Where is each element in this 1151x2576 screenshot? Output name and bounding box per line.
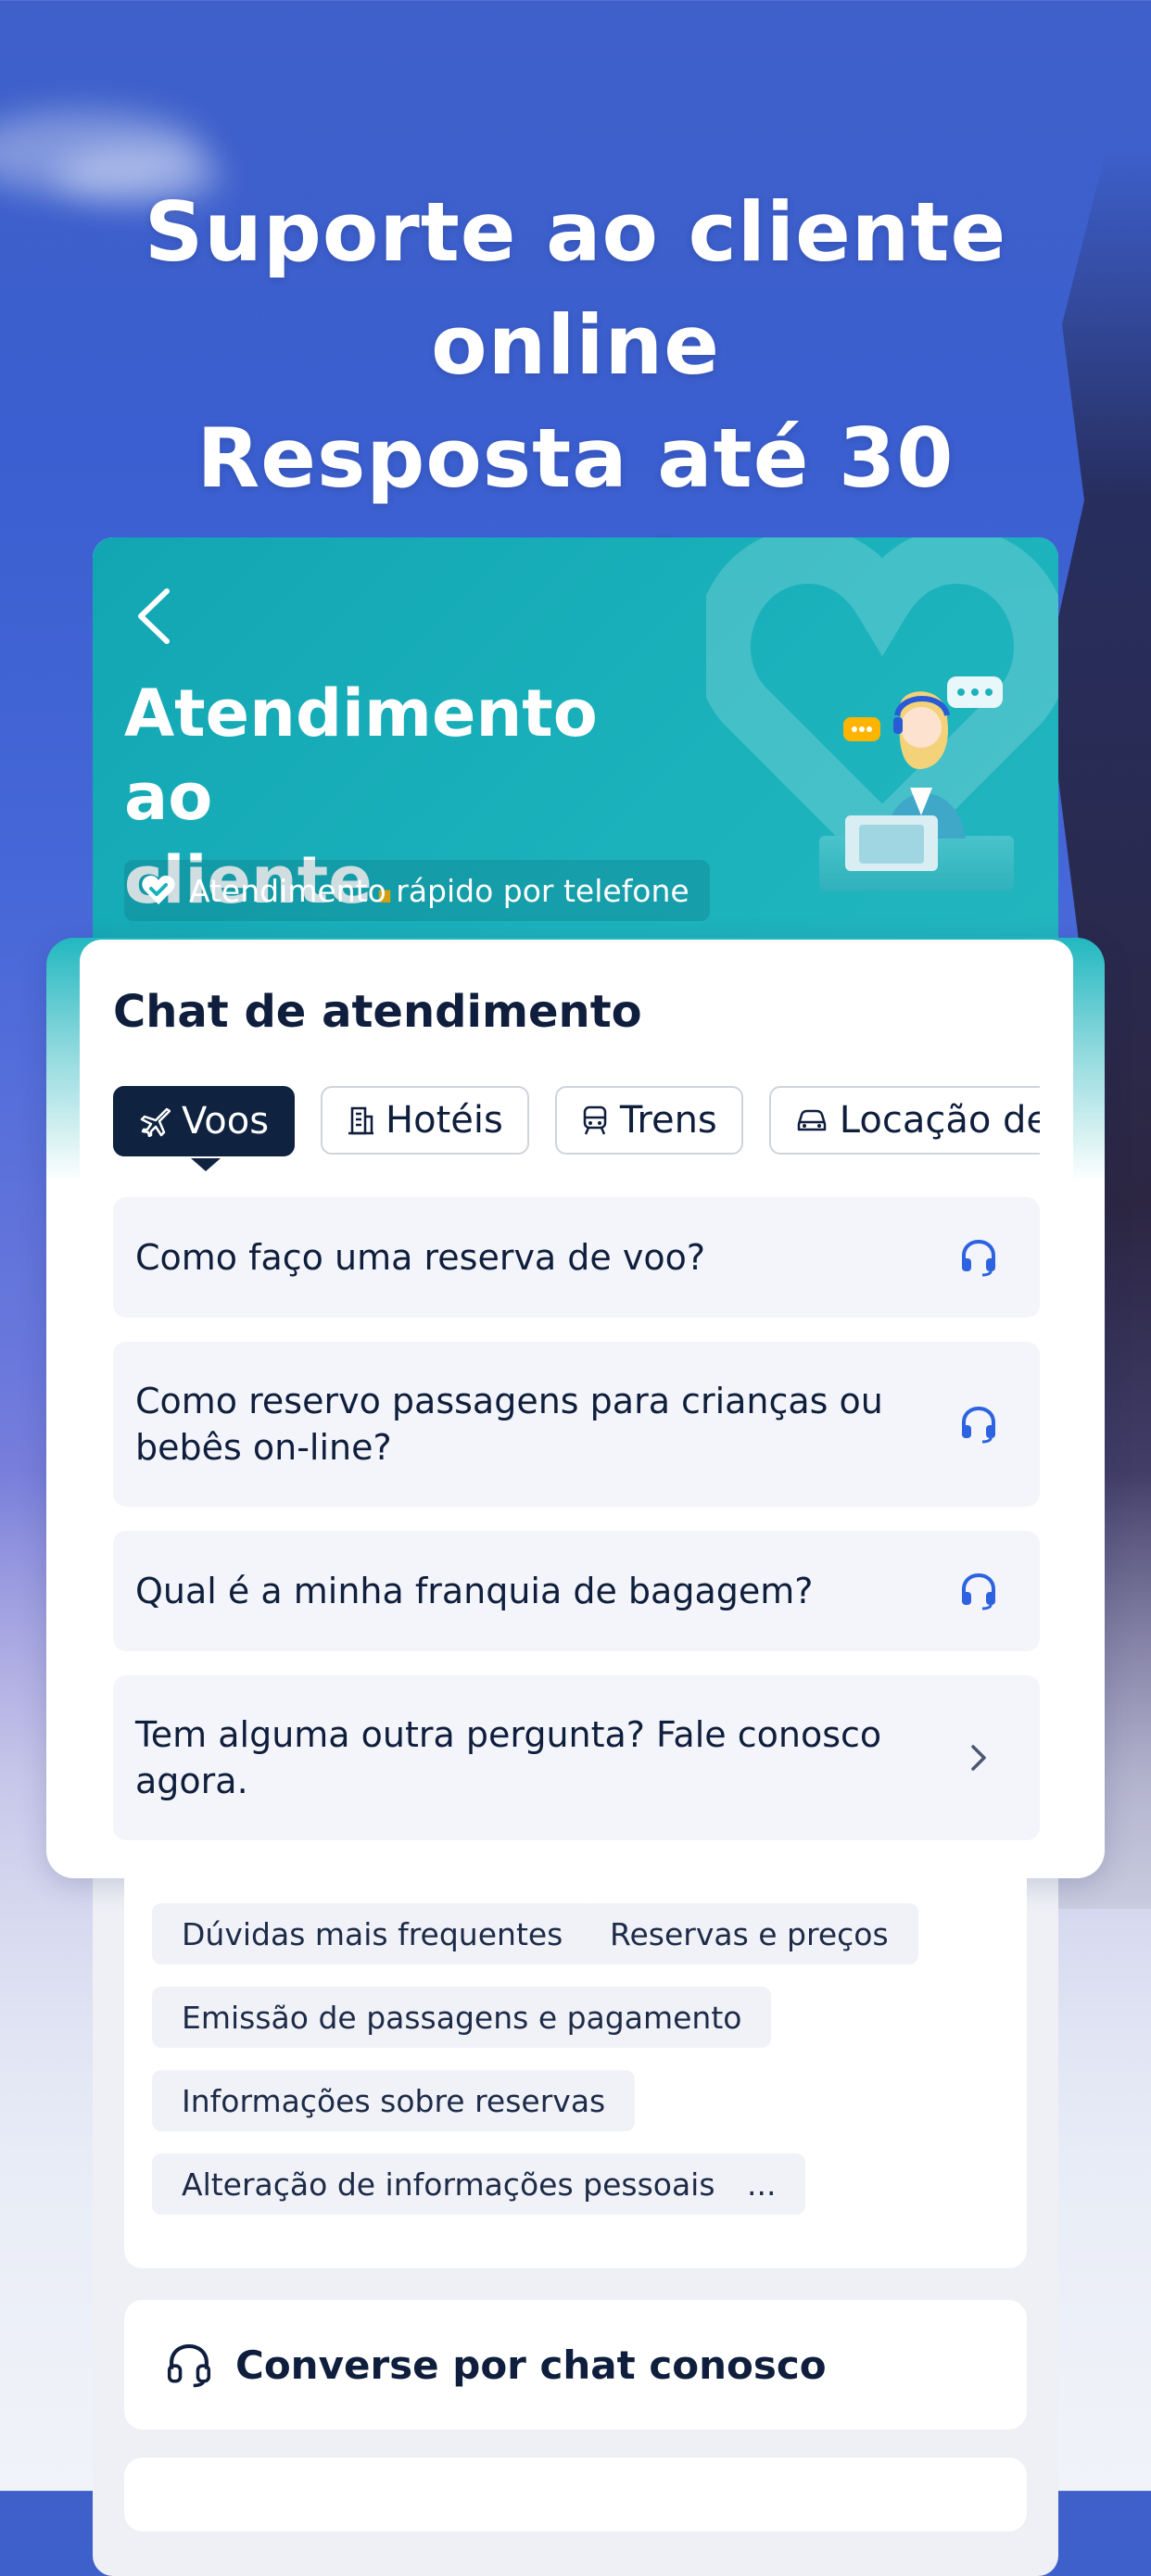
car-icon [797,1109,827,1131]
tab-label: Hotéis [386,1099,503,1142]
chat-with-us-button[interactable]: Converse por chat conosco [124,2300,1027,2430]
headset-icon [167,2343,211,2388]
topic-chip-bookings-prices[interactable]: Reservas e preços [580,1903,918,1964]
support-agent-illustration [843,676,1003,871]
tab-label: Locação de ve [839,1099,1040,1142]
customer-service-header: Atendimento ao cliente. Atendimento rápi… [93,537,1058,982]
heart-check-icon [142,876,175,904]
back-button[interactable] [130,584,185,649]
faq-item-flight-booking[interactable]: Como faço uma reserva de voo? [113,1197,1040,1318]
tab-trains[interactable]: Trens [554,1086,743,1155]
plane-icon [140,1107,171,1137]
help-topics-panel: Dúvidas mais frequentes Reservas e preço… [124,1872,1027,2268]
headset-icon [962,1239,995,1277]
tab-label: Voos [182,1100,270,1143]
faq-question: Tem alguma outra pergunta? Fale conosco … [135,1714,882,1801]
faq-question: Como faço uma reserva de voo? [135,1237,706,1278]
next-section-card [124,2457,1027,2532]
faq-item-baggage-allowance[interactable]: Qual é a minha franquia de bagagem? [113,1531,1040,1651]
faq-item-contact-us[interactable]: Tem alguma outra pergunta? Fale conosco … [113,1675,1040,1840]
chevron-left-icon [138,588,170,644]
tab-car-rental[interactable]: Locação de ve [768,1086,1040,1155]
chat-card-title: Chat de atendimento [113,986,642,1038]
faq-question: Qual é a minha franquia de bagagem? [135,1571,814,1611]
train-icon [583,1105,607,1135]
fast-phone-support-badge[interactable]: Atendimento rápido por telefone [124,860,710,921]
topic-chip-ticketing-payment[interactable]: Emissão de passagens e pagamento [152,1987,772,2048]
chat-button-label: Converse por chat conosco [235,2342,827,2388]
topic-chip-faq[interactable]: Dúvidas mais frequentes [152,1903,593,1964]
topic-chip-more[interactable]: ... [717,2153,806,2215]
headset-icon [962,1406,995,1444]
topic-chip-personal-info-change[interactable]: Alteração de informações pessoais [152,2153,745,2215]
tab-hotels[interactable]: Hotéis [321,1086,529,1155]
tab-label: Trens [619,1099,717,1142]
chat-support-card: Chat de atendimento Voos Hotéis Trens Lo… [80,940,1073,1857]
faq-question: Como reservo passagens para crianças ou … [135,1381,883,1468]
promo-line-1: Suporte ao cliente online [144,184,1007,393]
chevron-right-icon [971,1745,986,1771]
active-tab-pointer [191,1158,221,1171]
faq-item-children-tickets[interactable]: Como reservo passagens para crianças ou … [113,1342,1040,1507]
headset-icon [962,1572,995,1610]
category-tabs: Voos Hotéis Trens Locação de [113,1086,1040,1160]
title-line-1: Atendimento ao [124,676,598,835]
building-icon [348,1106,374,1135]
tab-flights[interactable]: Voos [113,1086,296,1156]
topic-chip-booking-info[interactable]: Informações sobre reservas [152,2070,636,2131]
fast-badge-label: Atendimento rápido por telefone [189,872,689,909]
